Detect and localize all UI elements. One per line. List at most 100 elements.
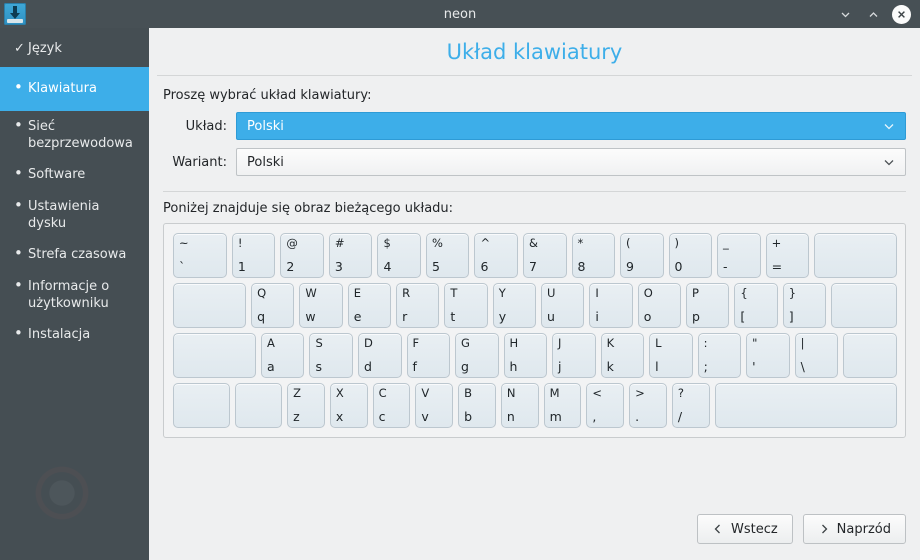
key-n: Nn [500, 383, 539, 428]
keyboard-row: ~ `! 1 @2 #3 $4% 5 ^ 6 & 7 * 8(9) 0 _ - + = [173, 233, 898, 278]
back-button-label: Wstecz [730, 521, 778, 537]
key-base-legend: z [293, 409, 300, 424]
key-shift-legend: R [402, 286, 411, 300]
key-`: ~ ` [173, 233, 227, 278]
layout-select[interactable]: Polski [236, 112, 906, 140]
key-4: $4 [377, 233, 421, 278]
footer-buttons: Wstecz Naprzód [149, 514, 920, 560]
sidebar-item-strefa-czasowa[interactable]: • Strefa czasowa [0, 239, 149, 271]
sidebar-item-informacje-o-uzytkowniku[interactable]: • Informacje o użytkowniku [0, 271, 149, 319]
maximize-button[interactable] [864, 5, 882, 23]
preview-label: Poniżej znajduje się obraz bieżącego ukł… [163, 201, 454, 216]
key-shift-legend: ( [626, 236, 631, 250]
sidebar-item-label: Instalacja [28, 327, 91, 342]
key-2: @2 [280, 233, 324, 278]
key-shift-legend: N [506, 386, 516, 400]
bullet-icon: • [14, 116, 23, 134]
key-w: Ww [299, 283, 343, 328]
sidebar-item-label: Ustawienia dysku [28, 199, 100, 231]
sidebar-item-siec-bezprzewodowa[interactable]: • Sieć bezprzewodowa [0, 111, 149, 159]
forward-button-label: Naprzód [836, 521, 891, 537]
key-blank [714, 383, 898, 428]
key-6: ^ 6 [474, 233, 518, 278]
close-icon [898, 10, 905, 18]
key-shift-legend: ^ [480, 236, 491, 250]
check-icon: ✓ [14, 41, 25, 56]
key-base-legend: i [595, 309, 599, 324]
key-shift-legend: U [547, 286, 556, 300]
key-d: Dd [357, 333, 402, 378]
key-shift-legend: P [692, 286, 699, 300]
key-base-legend: c [378, 409, 386, 424]
key-base-legend: l [655, 359, 659, 374]
key-shift-legend: @ [286, 236, 298, 250]
key-;: :; [697, 333, 742, 378]
sidebar-item-software[interactable]: • Software [0, 159, 149, 191]
key-5: % 5 [425, 233, 470, 278]
key-base-legend: d [363, 359, 372, 374]
sidebar-item-label: Język [28, 41, 62, 56]
key-base-legend: ] [788, 309, 794, 324]
key-7: & 7 [522, 233, 567, 278]
chevron-down-icon [881, 119, 897, 133]
key-base-legend: 3 [334, 259, 343, 274]
page-title: Układ klawiatury [446, 40, 623, 64]
sidebar-item-instalacja[interactable]: • Instalacja [0, 319, 149, 351]
distro-watermark [22, 466, 122, 526]
key-base-legend: w [305, 309, 316, 324]
key-base-legend: ; [703, 359, 708, 374]
key-shift-legend: ) [674, 236, 680, 250]
key-base-legend: 9 [626, 259, 634, 274]
chevron-left-icon [712, 523, 724, 535]
key-base-legend: q [257, 309, 266, 324]
key-o: Oo [637, 283, 682, 328]
key-shift-legend: ~ [179, 236, 189, 250]
key-shift-legend: Y [498, 286, 506, 300]
key-base-legend: k [606, 359, 614, 374]
close-button[interactable] [892, 4, 911, 24]
key-base-legend: = [771, 259, 783, 274]
key-base-legend: r [402, 309, 408, 324]
key-base-legend: e [353, 309, 362, 324]
sidebar-item-ustawienia-dysku[interactable]: • Ustawienia dysku [0, 191, 149, 239]
forward-button[interactable]: Naprzód [802, 514, 906, 544]
key--: _ - [717, 233, 761, 278]
key-3: #3 [328, 233, 373, 278]
key-shift-legend: < [592, 386, 602, 400]
sidebar-item-jezyk[interactable]: ✓ Język [0, 31, 149, 67]
key-shift-legend: H [509, 336, 519, 350]
key-base-legend: s [315, 359, 322, 374]
sidebar-item-klawiatura[interactable]: • Klawiatura [0, 67, 149, 111]
key-shift-legend: S [315, 336, 323, 350]
key-base-legend: j [558, 359, 562, 374]
key-base-legend: ' [752, 359, 756, 374]
key-shift-legend: { [740, 286, 748, 300]
key-blank [843, 333, 898, 378]
chevron-down-icon [841, 12, 849, 17]
key-base-legend: 4 [383, 259, 392, 274]
key-shift-legend: M [549, 386, 560, 400]
key-base-legend: - [723, 259, 728, 274]
key-base-legend: u [547, 309, 555, 324]
keyboard-row: Qq Ww Ee Rr Tt Yy Uu Ii Oo Pp{[}] [173, 283, 898, 328]
key-base-legend: n [506, 409, 515, 424]
key-shift-legend: B [464, 386, 472, 400]
key-g: Gg [455, 333, 499, 378]
key-h: Hh [503, 333, 548, 378]
key-shift-legend: + [771, 236, 782, 250]
back-button[interactable]: Wstecz [696, 514, 793, 544]
variant-select[interactable]: Polski [236, 148, 906, 176]
key-k: Kk [600, 333, 645, 378]
key-1: ! 1 [231, 233, 276, 278]
sidebar-item-label: Informacje o użytkowniku [28, 279, 110, 311]
key-[: {[ [734, 283, 778, 328]
chevron-right-icon [818, 523, 830, 535]
key-m: Mm [543, 383, 582, 428]
key-shift-legend: W [305, 286, 317, 300]
key-shift-legend: # [334, 236, 345, 250]
minimize-button[interactable] [836, 5, 854, 23]
key-base-legend: f [412, 359, 417, 374]
key-s: Ss [309, 333, 353, 378]
key-base-legend: p [692, 309, 700, 324]
key-base-legend: 0 [674, 259, 683, 274]
